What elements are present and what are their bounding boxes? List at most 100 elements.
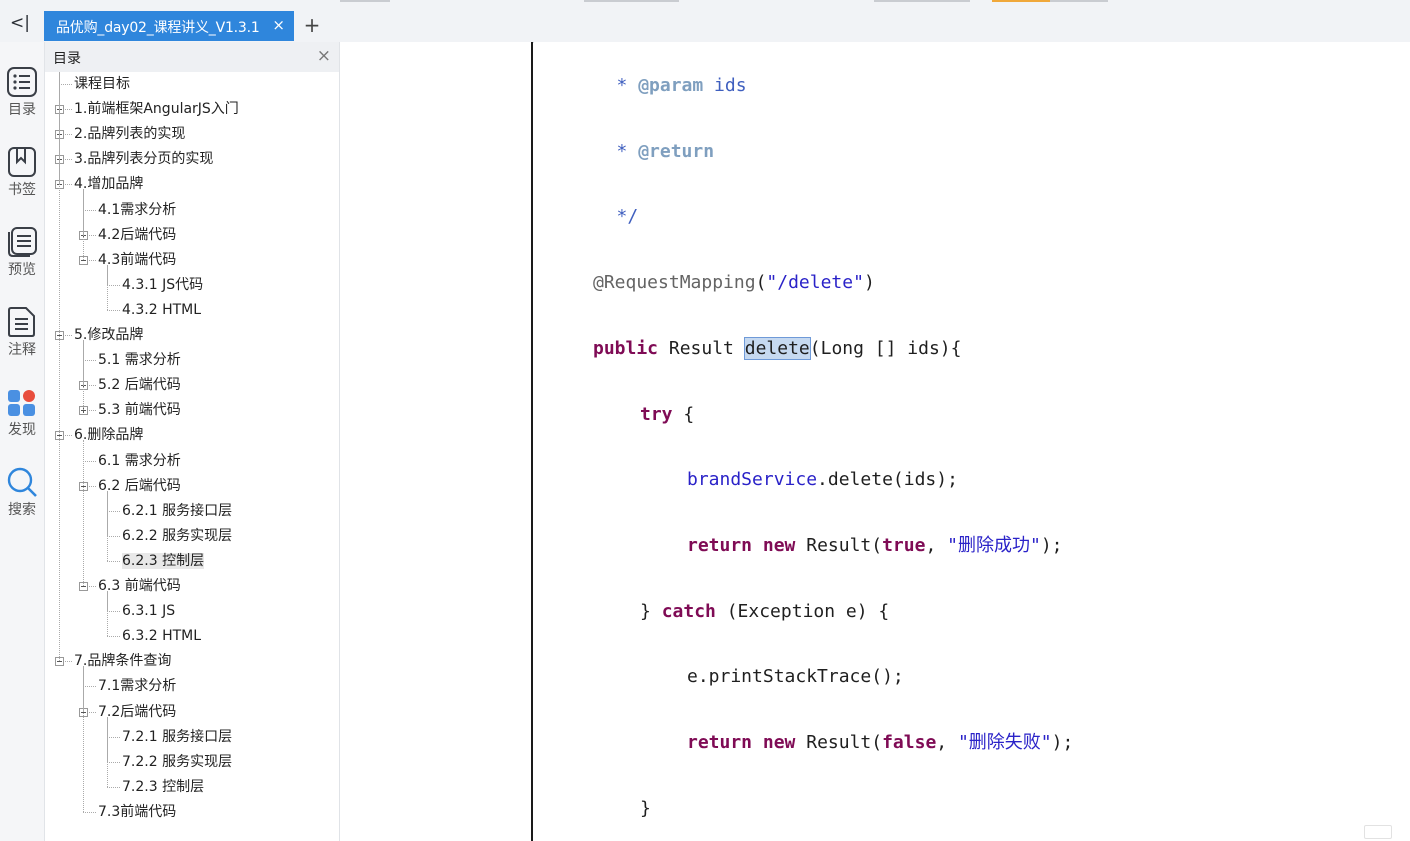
rail-item-annotation[interactable]: 注释 — [0, 302, 44, 372]
code-token: } — [640, 600, 662, 622]
toc-item[interactable]: 5.修改品牌 — [74, 323, 143, 347]
collapse-sidebar-button[interactable]: <| — [4, 12, 36, 34]
code-token: Result — [658, 337, 745, 359]
toc-item-label: 6.3.2 HTML — [122, 628, 202, 645]
code-line: return new Result(false, "删除失败"); — [687, 729, 1073, 757]
toc-item[interactable]: 6.删除品牌 — [74, 423, 143, 447]
toc-item[interactable]: 6.2.1 服务接口层 — [122, 499, 232, 523]
toc-icon — [7, 67, 37, 97]
toc-item-label: 4.增加品牌 — [74, 176, 144, 193]
code-line: * @return — [617, 138, 715, 166]
toc-item-label: 4.1需求分析 — [98, 201, 177, 218]
toc-item-label: 课程目标 — [74, 76, 130, 92]
toc-item[interactable]: 5.1 需求分析 — [98, 348, 181, 372]
page-left-edge — [531, 42, 533, 841]
rail-item-toc[interactable]: 目录 — [0, 62, 44, 132]
code-token: * — [616, 140, 628, 162]
toc-item-label: 5.2 后端代码 — [98, 377, 181, 394]
search-highlight: delete — [743, 336, 811, 360]
code-line: try { — [640, 401, 694, 429]
tree-connector — [107, 264, 108, 310]
toc-item-label: 5.1 需求分析 — [98, 352, 181, 369]
toc-header: 目录 × — [45, 42, 339, 72]
document-tab[interactable]: 品优购_day02_课程讲义_V1.3.1 × — [44, 11, 294, 41]
rail-item-search[interactable]: 搜索 — [0, 462, 44, 532]
toc-item[interactable]: 4.增加品牌 — [74, 172, 143, 196]
tree-connector — [83, 340, 84, 411]
toc-item[interactable]: 7.品牌条件查询 — [74, 649, 171, 673]
toc-item[interactable]: 课程目标 — [74, 72, 130, 96]
code-line: } catch (Exception e) { — [640, 598, 889, 626]
rail-item-preview[interactable]: 预览 — [0, 222, 44, 292]
tree-connector — [107, 490, 108, 561]
toc-item-label: 7.品牌条件查询 — [74, 653, 172, 670]
toc-item[interactable]: 1.前端框架AngularJS入门 — [74, 97, 239, 121]
tree-connector — [107, 716, 108, 787]
toc-item[interactable]: 4.3.1 JS代码 — [122, 273, 203, 297]
toc-item-label: 5.修改品牌 — [74, 327, 144, 343]
toc-item[interactable]: 7.1需求分析 — [98, 674, 176, 698]
toc-item[interactable]: 6.3 前端代码 — [98, 574, 181, 598]
tree-connector — [59, 72, 60, 662]
rail-label: 注释 — [8, 342, 36, 358]
code-token: */ — [616, 206, 639, 228]
bookmark-icon — [8, 147, 36, 177]
tree-connector — [83, 460, 96, 462]
toc-item[interactable]: 4.3前端代码 — [98, 248, 176, 272]
toc-item[interactable]: 7.2.1 服务接口层 — [122, 725, 232, 749]
rail-item-discover[interactable]: 发现 — [0, 382, 44, 452]
tree-connector — [107, 284, 120, 286]
code-line: brandService.delete(ids); — [687, 466, 958, 494]
toc-item-label: 5.3 前端代码 — [98, 402, 181, 419]
toc-item-label: 6.2 后端代码 — [98, 477, 181, 494]
tree-connector — [83, 811, 96, 813]
toc-item[interactable]: 5.3 前端代码 — [98, 398, 181, 422]
code-token: { — [672, 403, 695, 425]
toc-item[interactable]: 3.品牌列表分页的实现 — [74, 147, 213, 171]
tree-connector — [107, 611, 120, 613]
toc-item[interactable]: 6.2.2 服务实现层 — [122, 524, 232, 548]
toc-item-label: 6.1 需求分析 — [98, 452, 181, 469]
tree-connector — [107, 309, 120, 311]
code-line: public Result delete(Long [] ids){ — [593, 335, 961, 363]
toc-item[interactable]: 7.2后端代码 — [98, 700, 176, 724]
toc-item[interactable]: 6.3.2 HTML — [122, 624, 201, 648]
toc-item[interactable]: 6.1 需求分析 — [98, 449, 181, 473]
toc-item-label: 6.3.1 JS — [122, 603, 176, 620]
code-token: (Exception e) { — [715, 600, 890, 622]
toc-item[interactable]: 6.2 后端代码 — [98, 474, 181, 498]
document-tab-label: 品优购_day02_课程讲义_V1.3.1 — [56, 20, 260, 36]
tree-connector — [107, 510, 120, 512]
toc-item-label: 7.1需求分析 — [98, 678, 177, 695]
toc-close-icon[interactable]: × — [317, 46, 331, 66]
window-top-strip — [0, 0, 1410, 3]
toc-item[interactable]: 4.2后端代码 — [98, 223, 176, 247]
toc-item-label: 4.3.1 JS代码 — [122, 276, 204, 293]
document-page[interactable]: * @param ids * @return */@RequestMapping("… — [534, 42, 1410, 841]
toc-item-label: 7.3前端代码 — [98, 803, 177, 820]
code-token: brandService — [687, 469, 818, 491]
tab-close-icon[interactable]: × — [272, 16, 285, 34]
toc-item-label: 3.品牌列表分页的实现 — [74, 151, 214, 168]
preview-icon — [8, 227, 37, 257]
toc-item[interactable]: 7.2.2 服务实现层 — [122, 750, 232, 774]
toc-item[interactable]: 2.品牌列表的实现 — [74, 122, 185, 146]
toc-item[interactable]: 6.2.3 控制层 — [122, 549, 205, 573]
code-token: ) — [863, 272, 875, 294]
tree-connector — [107, 591, 108, 637]
rail-item-bookmark[interactable]: 书签 — [0, 142, 44, 212]
toc-item[interactable]: 7.2.3 控制层 — [122, 775, 204, 799]
new-tab-button[interactable]: + — [300, 13, 324, 37]
toc-item[interactable]: 6.3.1 JS — [122, 599, 175, 623]
code-token: @RequestMapping — [593, 272, 756, 294]
search-icon — [7, 467, 37, 497]
toc-item[interactable]: 5.2 后端代码 — [98, 373, 181, 397]
toc-item[interactable]: 7.3前端代码 — [98, 800, 176, 824]
toc-item[interactable]: 4.1需求分析 — [98, 198, 176, 222]
page-corner-widget — [1364, 825, 1392, 839]
code-token: ( — [755, 272, 767, 294]
toc-item-label: 7.2.2 服务实现层 — [122, 753, 233, 770]
toc-item[interactable]: 4.3.2 HTML — [122, 298, 201, 322]
